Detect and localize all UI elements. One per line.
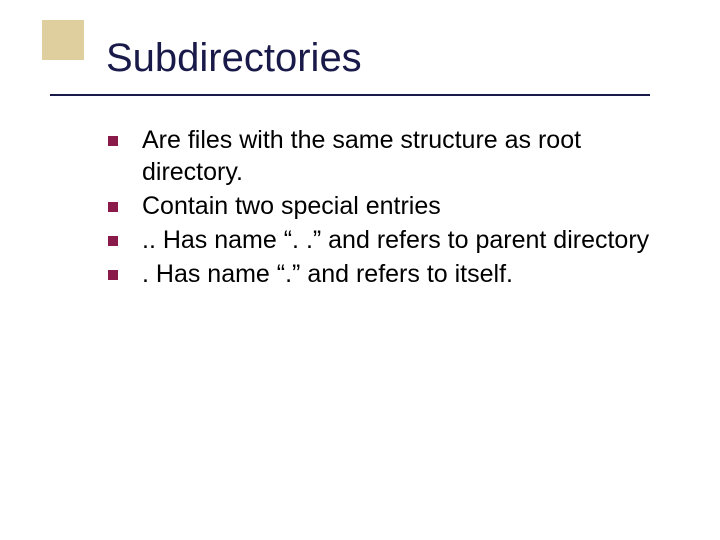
slide: Subdirectories Are files with the same s… — [0, 0, 720, 540]
square-bullet-icon — [108, 270, 118, 280]
bullet-text: .. Has name “. .” and refers to parent d… — [142, 224, 668, 256]
bullet-item: Contain two special entries — [108, 190, 668, 222]
slide-title: Subdirectories — [106, 36, 362, 81]
bullet-item: .. Has name “. .” and refers to parent d… — [108, 224, 668, 256]
bullet-text: Contain two special entries — [142, 190, 668, 222]
title-accent-box — [42, 20, 84, 60]
bullet-text: Are files with the same structure as roo… — [142, 124, 668, 188]
bullet-item: . Has name “.” and refers to itself. — [108, 258, 668, 290]
bullet-item: Are files with the same structure as roo… — [108, 124, 668, 188]
square-bullet-icon — [108, 136, 118, 146]
square-bullet-icon — [108, 202, 118, 212]
title-divider — [50, 94, 650, 96]
square-bullet-icon — [108, 236, 118, 246]
slide-body: Are files with the same structure as roo… — [108, 124, 668, 292]
bullet-text: . Has name “.” and refers to itself. — [142, 258, 668, 290]
